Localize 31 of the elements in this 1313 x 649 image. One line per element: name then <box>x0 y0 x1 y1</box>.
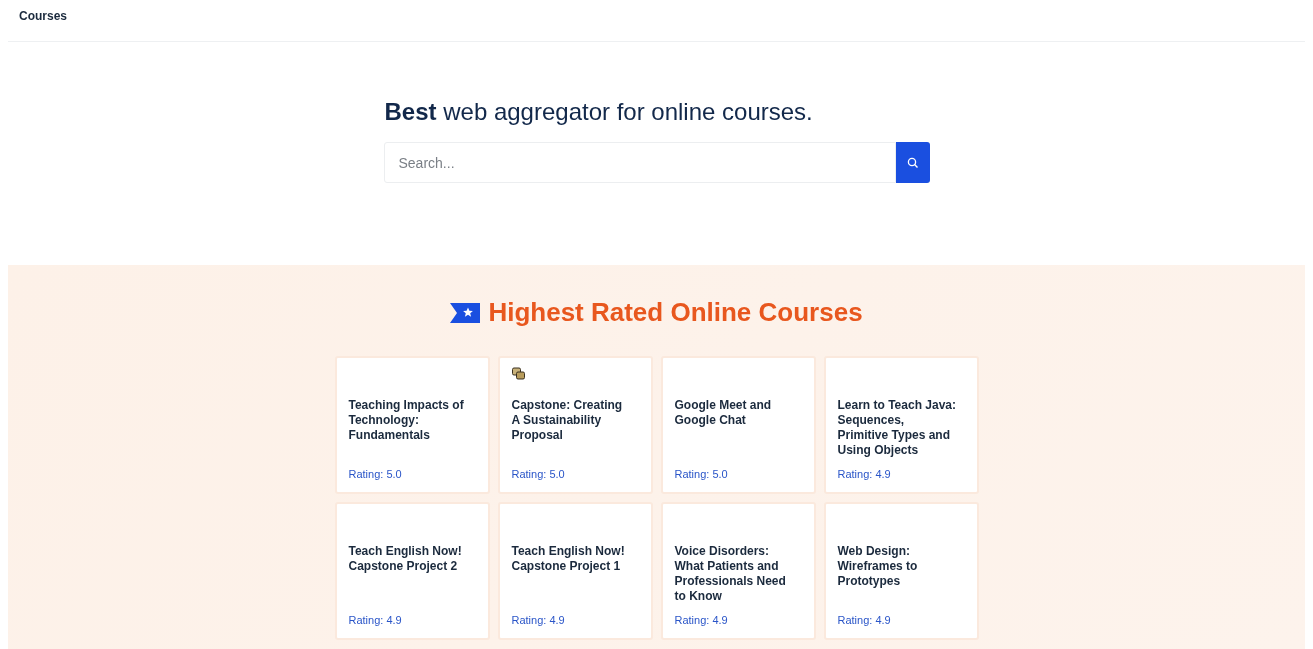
course-card[interactable]: Web Design: Wireframes to Prototypes Rating: 4.9 <box>823 502 979 640</box>
course-card[interactable]: Teach English Now! Capstone Project 2 Rating: 4.9 <box>334 502 490 640</box>
course-card[interactable]: Capstone: Creating A Sustainability Proposal Rating: 5.0 <box>497 356 653 494</box>
course-rating: Rating: 5.0 <box>511 468 566 480</box>
course-title: Capstone: Creating A Sustainability Proposal <box>511 398 624 444</box>
course-rating: Rating: 5.0 <box>348 468 403 480</box>
course-rating: Rating: 4.9 <box>348 614 403 626</box>
course-title: Voice Disorders: What Patients and Professionals Need to Know <box>674 544 787 605</box>
course-card[interactable]: Teaching Impacts of Technology: Fundamentals Rating: 5.0 <box>334 356 490 494</box>
course-title: Google Meet and Google Chat <box>674 398 773 429</box>
course-rating: Rating: 5.0 <box>674 468 729 480</box>
course-card[interactable]: Voice Disorders: What Patients and Professionals Need to Know Rating: 4.9 <box>660 502 816 640</box>
course-card[interactable]: Learn to Teach Java: Sequences, Primitive Types and Using Objects Rating: 4.9 <box>823 356 979 494</box>
search-field[interactable]: Search... <box>383 142 896 183</box>
search-button[interactable] <box>895 142 930 183</box>
course-rating: Rating: 4.9 <box>674 614 729 626</box>
course-card[interactable]: Teach English Now! Capstone Project 1 Rating: 4.9 <box>497 502 653 640</box>
course-title: Teach English Now! Capstone Project 1 <box>511 544 626 575</box>
search-icon <box>906 156 919 169</box>
nav-title[interactable]: Courses <box>19 9 68 23</box>
course-title: Learn to Teach Java: Sequences, Primitive Types and Using Objects <box>837 398 957 459</box>
headline: Best web aggregator for online courses. <box>384 98 814 126</box>
section-title: Highest Rated Online Courses <box>488 297 863 328</box>
course-title: Teaching Impacts of Technology: Fundamentals <box>348 398 465 444</box>
course-rating: Rating: 4.9 <box>511 614 566 626</box>
star-flag-icon <box>450 302 481 323</box>
course-rating: Rating: 4.9 <box>837 614 892 626</box>
course-title: Web Design: Wireframes to Prototypes <box>837 544 919 590</box>
course-card[interactable]: Google Meet and Google Chat Rating: 5.0 <box>660 356 816 494</box>
course-rating: Rating: 4.9 <box>837 468 892 480</box>
course-title: Teach English Now! Capstone Project 2 <box>348 544 463 575</box>
